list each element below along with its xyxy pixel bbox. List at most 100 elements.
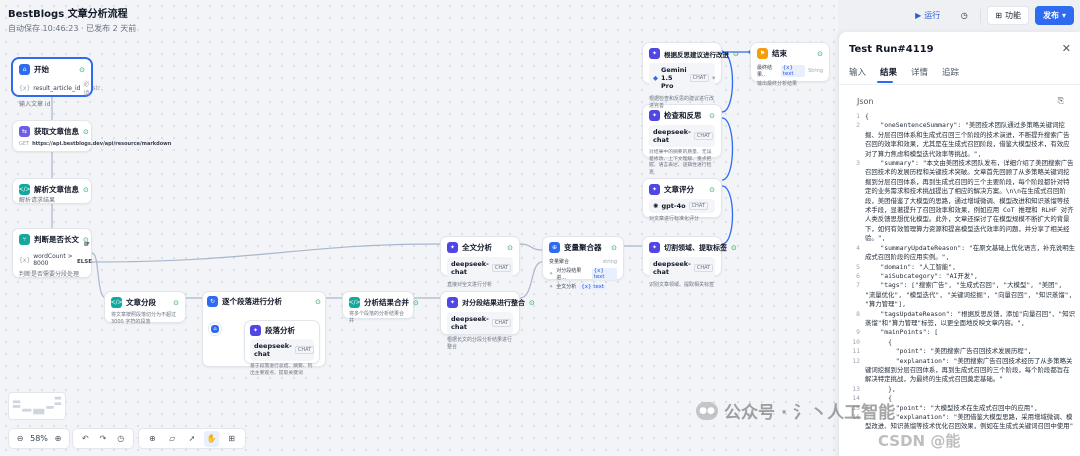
panel-divider <box>839 84 1080 85</box>
node-improve[interactable]: ✦ 根据反思建议进行改进 ⊙ ◆ Gemini 1.5 Pro CHAT ▾ 根… <box>642 42 739 109</box>
node-title: 变量聚合器 <box>564 243 602 252</box>
history-icon[interactable]: ◷ <box>114 431 127 447</box>
watermark-corner: CSDN @能 <box>878 432 961 450</box>
node-desc: 对文章进行标准化评分 <box>649 216 700 222</box>
copy-icon[interactable]: ⎘ <box>1058 96 1064 106</box>
flag-icon: ⚑ <box>757 48 768 59</box>
model-tag: CHAT <box>693 132 714 140</box>
node-title: 获取文章信息 <box>34 127 79 136</box>
run-button[interactable]: ▶ 运行 <box>907 6 948 25</box>
zoom-level[interactable]: 58% <box>30 434 48 443</box>
success-check-icon: ⊙ <box>709 185 715 194</box>
zoom-in-icon[interactable]: ⊕ <box>53 431 63 447</box>
node-desc: 对结果中的摘要的质量、无误差修改、上下文理解、重点把握、语言表达、逻辑性进行检查 <box>649 150 712 176</box>
line-content: "summary": "本文由美团技术团队发布，详细介绍了美团搜索广告召回技术的… <box>865 159 1074 243</box>
line-content: "explanation": "美团借鉴大模型思路，采用增域微调、模型改进、知识… <box>865 413 1074 431</box>
workflow-canvas[interactable]: BestBlogs 文章分析流程 自动保存 10:46:23 · 已发布 2 天… <box>0 0 838 456</box>
node-title: 判断是否长文 <box>34 235 79 244</box>
node-segment-analysis[interactable]: ✦ 段落分析 deepseek-chat CHAT 基于段落进行总结、摘要、列出… <box>244 320 320 376</box>
pointer-icon[interactable]: ➚ <box>185 431 200 447</box>
minimap[interactable] <box>8 392 66 420</box>
line-number: 6 <box>856 271 860 280</box>
http-icon: ⇆ <box>19 126 30 137</box>
add-node-icon[interactable]: ⊕ <box>145 431 160 447</box>
node-desc: 输入文章 id <box>19 101 51 108</box>
tab-input[interactable]: 输入 <box>849 66 866 78</box>
branch-condition: {x} wordCount > 8000 <box>19 253 85 267</box>
test-run-panel: Test Run#4119 ✕ 输入 结果 详情 追踪 Json ⎘ 1{2 "… <box>838 32 1080 456</box>
variable-icon: {x} <box>19 256 31 264</box>
node-title: 文章评分 <box>664 185 694 194</box>
aggregate-icon: ⊕ <box>549 242 560 253</box>
loop-icon: ↻ <box>207 296 218 307</box>
hand-icon[interactable]: ✋ <box>204 430 220 447</box>
model-tag: CHAT <box>689 74 709 82</box>
model-tag: CHAT <box>688 202 708 210</box>
node-branch-long-article[interactable]: ⑂ 判断是否长文 ⊙ {x} wordCount > 8000 判断是否需要分段… <box>12 228 92 278</box>
node-article-score[interactable]: ✦ 文章评分 ⊙ ✺ gpt-4o CHAT 对文章进行标准化评分 <box>642 178 722 222</box>
line-number: 13 <box>852 384 860 393</box>
node-domain-tags[interactable]: ✦ 切割领域、提取标签 ⊙ deepseek-chat CHAT 识别文章领域、… <box>642 236 737 288</box>
tab-result[interactable]: 结果 <box>880 66 897 78</box>
node-end[interactable]: ⚑ 结束 ⊙ 最终结果.. {x} text String 输出最终分析结果 <box>750 42 830 87</box>
success-check-icon: ⊙ <box>529 298 535 307</box>
llm-icon: ✦ <box>549 271 554 277</box>
node-title: 逐个段落进行分析 <box>222 297 282 306</box>
node-desc: 输出最终分析结果 <box>757 81 798 87</box>
node-variable-aggregator[interactable]: ⊕ 变量聚合器 ⊙ 变量聚合 string ✦ 对分段结果进... {x} te… <box>542 236 624 290</box>
llm-icon: ✦ <box>649 184 660 195</box>
line-number: 3 <box>856 159 860 168</box>
code-line: 13 }, <box>849 385 1075 394</box>
success-check-icon: ⊙ <box>507 243 513 252</box>
history-button[interactable]: ◷ <box>954 6 974 25</box>
tab-detail[interactable]: 详情 <box>911 66 928 78</box>
model-name: Gemini 1.5 Pro <box>661 66 687 90</box>
line-content: "tagsUpdateReason": "根据反思反馈，添加"向量召回"、"知识… <box>865 309 1075 327</box>
success-check-icon: ⊙ <box>173 298 179 307</box>
line-content: "domain": "人工智能", <box>865 262 956 271</box>
line-content: "mainPoints": [ <box>865 328 939 337</box>
line-number: 12 <box>852 356 860 365</box>
llm-icon: ✦ <box>447 297 458 308</box>
run-label: 运行 <box>924 11 941 20</box>
success-check-icon: ⊙ <box>817 49 823 58</box>
add-note-icon[interactable]: ▱ <box>165 431 180 447</box>
feature-button[interactable]: ⊞ 功能 <box>987 6 1029 25</box>
line-number: 9 <box>856 328 860 337</box>
code-line: 10 { <box>849 338 1075 347</box>
line-number: 7 <box>856 281 860 290</box>
code-line: 5 "domain": "人工智能", <box>849 263 1075 272</box>
node-full-analysis[interactable]: ✦ 全文分析 ⊙ deepseek-chat CHAT 直接对全文进行分析 <box>440 236 520 288</box>
success-check-icon: ⊙ <box>83 127 89 136</box>
node-title: 全文分析 <box>462 243 492 252</box>
line-content: "tags": ["搜索广告", "生成式召回", "大模型", "美团", "… <box>865 281 1073 309</box>
node-split-article[interactable]: </> 文章分段 ⊙ 将文章按照段落切分为不超过 3000 字符的段落 <box>104 291 186 325</box>
clock-icon: ◷ <box>960 11 968 20</box>
code-icon: </> <box>18 184 31 195</box>
code-line: 12 "explanation": "美团搜索广告召回技术经历了从多策略关键词挖… <box>849 357 1075 385</box>
node-title: 文章分段 <box>126 298 156 307</box>
model-name: deepseek-chat <box>451 315 489 331</box>
node-desc: 识别文章领域、提取相关标签 <box>649 282 715 288</box>
node-title: 切割领域、提取标签 <box>664 243 727 252</box>
layout-icon[interactable]: ⊞ <box>224 431 239 447</box>
node-fetch-article[interactable]: ⇆ 获取文章信息 ⊙ GET https://api.bestblogs.dev… <box>12 120 171 152</box>
code-line: 11 "point": "美团搜索广告召回技术发展历程", <box>849 347 1075 356</box>
autosave-status: 自动保存 10:46:23 · 已发布 2 天前 <box>8 24 137 33</box>
node-start[interactable]: ⌂ 开始 ⊙ {x} result_article_id 必填 str 输入文章… <box>12 58 100 108</box>
publish-label: 发布 <box>1042 11 1059 20</box>
node-review-reflect[interactable]: ✦ 检查和反思 ⊙ deepseek-chat CHAT 对结果中的摘要的质量、… <box>642 104 722 175</box>
undo-icon[interactable]: ↶ <box>79 431 92 447</box>
node-title: 解析文章信息 <box>34 185 79 194</box>
zoom-out-icon[interactable]: ⊖ <box>15 431 25 447</box>
node-summarize-segments[interactable]: ✦ 对分段结果进行整合 ⊙ deepseek-chat CHAT 根据长文的分段… <box>440 291 535 350</box>
redo-icon[interactable]: ↷ <box>97 431 110 447</box>
aggregate-item: ✦ 对分段结果进... {x} text <box>549 267 617 281</box>
tab-trace[interactable]: 追踪 <box>942 66 959 78</box>
edge-branch-split <box>91 252 107 299</box>
node-parse-article[interactable]: </> 解析文章信息 ⊙ 解析请求结果 <box>12 178 92 204</box>
model-name: deepseek-chat <box>653 128 691 144</box>
close-icon[interactable]: ✕ <box>1062 42 1071 55</box>
publish-button[interactable]: 发布 ▾ <box>1034 6 1074 25</box>
node-merge-segment-results[interactable]: </> 分析结果合并 ⊙ 将多个段落的分析结果合并 <box>342 291 419 324</box>
